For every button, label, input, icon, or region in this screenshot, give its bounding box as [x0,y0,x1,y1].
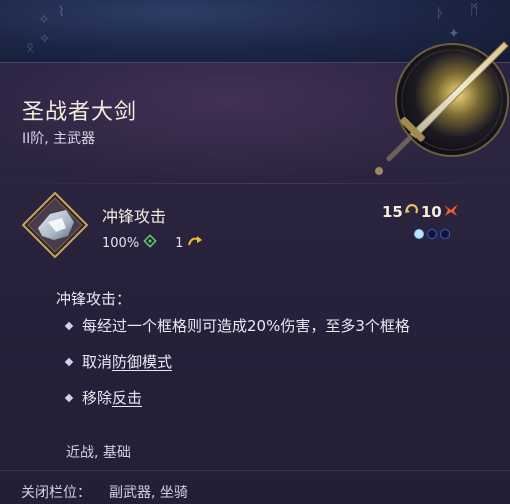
skill-cost: 15 10 [382,203,459,221]
slot-dot-empty [440,229,450,239]
rune-decoration: ✧ [38,12,50,28]
keyword-link-defense-mode[interactable]: 防御模式 [112,353,172,371]
charge-skill-icon[interactable] [21,191,89,259]
footer: 关闭栏位： 副武器, 坐骑 [21,482,188,502]
slot-dot-filled [414,229,424,239]
description-text: 移除 [82,389,113,407]
rune-decoration: ᛗ [470,2,479,18]
skill-stats: 100% 1 [102,234,203,252]
accuracy-icon [143,234,157,252]
skill-name: 冲锋攻击 [102,207,167,226]
description-heading: 冲锋攻击： [56,290,132,308]
description-text: 取消 [82,353,113,371]
diamond-bullet-icon [64,393,74,403]
skill-slots [414,229,450,239]
item-subtitle: II阶, 主武器 [22,131,96,147]
rune-decoration: ⟡ [40,30,50,46]
description-item: 移除反击 [64,386,446,410]
slot-dot-empty [427,229,437,239]
range-arrow-icon [187,235,203,251]
greatsword-icon [372,40,510,180]
rune-decoration: ᛟ [26,40,35,56]
description-list: 每经过一个框格则可造成20%伤害，至多3个框格 取消防御模式 移除反击 [64,314,446,410]
description-text: 每经过一个框格则可造成20%伤害，至多3个框格 [82,317,410,335]
keyword-link-counterattack[interactable]: 反击 [112,389,142,407]
footer-value: 副武器, 坐骑 [109,485,188,501]
skill-tags: 近战, 基础 [66,445,131,461]
item-tooltip: ✧ ⌇ ᛟ ⟡ ᚦ ✦ ᛗ 圣战者大剑 II阶, 主武器 冲锋攻击 100% 1… [0,0,510,504]
rune-decoration: ᚦ [436,6,445,22]
description-item: 取消防御模式 [64,350,446,374]
diamond-bullet-icon [64,321,74,331]
rage-icon [443,203,459,221]
rune-decoration: ⌇ [58,4,65,20]
ap-cost-value: 15 [382,203,403,221]
accuracy-value: 100% [102,235,140,251]
action-point-icon [404,203,420,221]
rage-cost-value: 10 [420,203,442,221]
section-divider [0,183,510,184]
diamond-bullet-icon [64,357,74,367]
description-item: 每经过一个框格则可造成20%伤害，至多3个框格 [64,314,446,338]
item-name: 圣战者大剑 [22,100,138,125]
footer-label: 关闭栏位： [21,485,91,501]
range-value: 1 [175,235,184,251]
footer-divider [0,470,510,471]
